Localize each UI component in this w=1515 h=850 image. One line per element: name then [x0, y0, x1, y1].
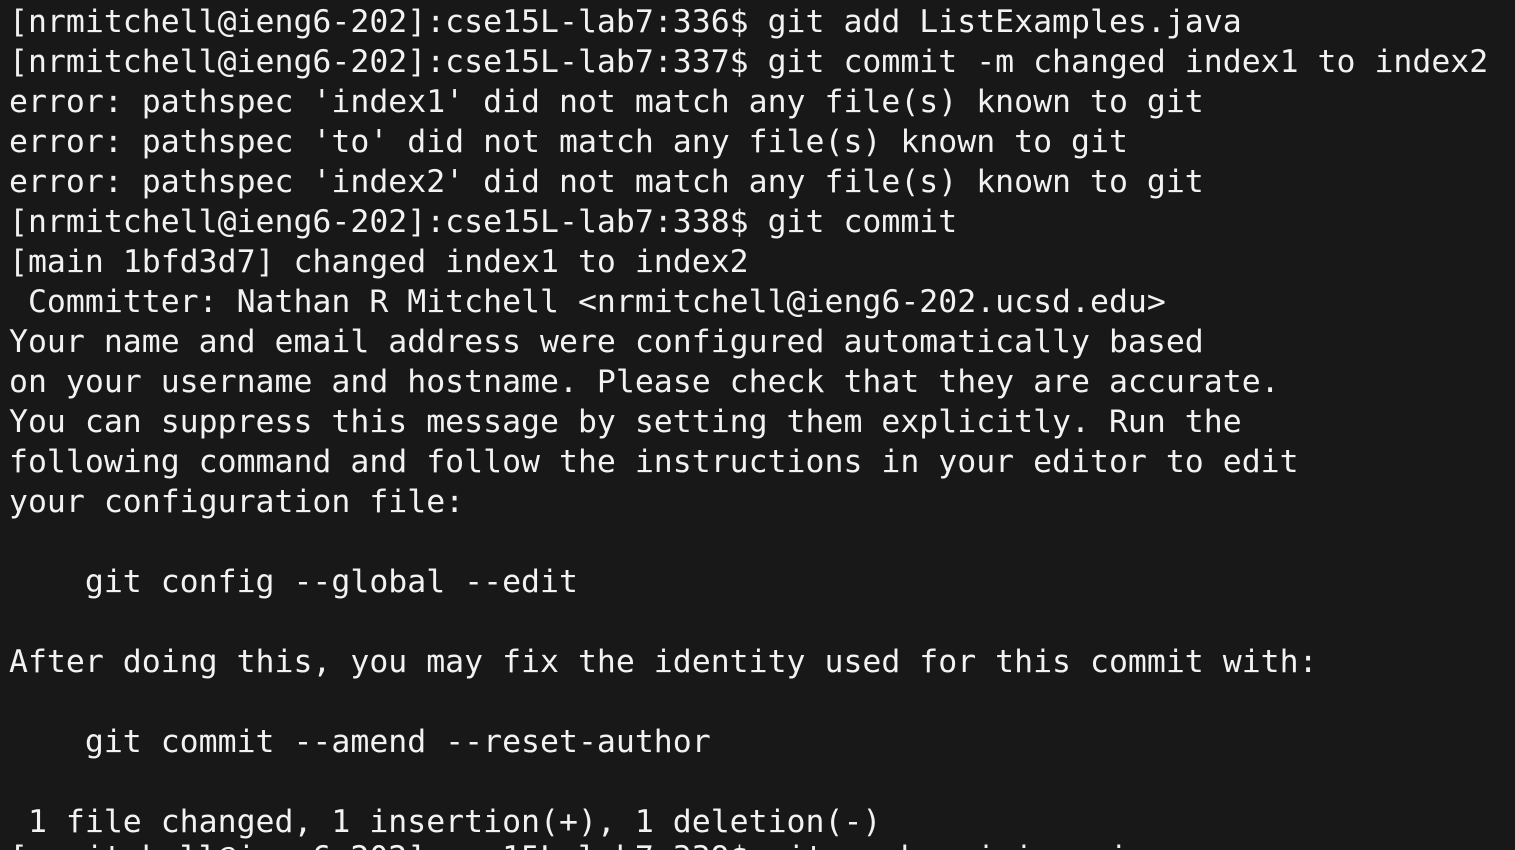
- terminal-line: git commit --amend --reset-author: [9, 724, 711, 760]
- terminal-line: git config --global --edit: [9, 564, 578, 600]
- terminal-line: 1 file changed, 1 insertion(+), 1 deleti…: [9, 804, 882, 840]
- terminal-line: Committer: Nathan R Mitchell <nrmitchell…: [9, 284, 1166, 320]
- terminal-window[interactable]: [nrmitchell@ieng6-202]:cse15L-lab7:336$ …: [0, 0, 1515, 850]
- terminal-line: [nrmitchell@ieng6-202]:cse15L-lab7:339$ …: [9, 838, 1147, 850]
- terminal-line: error: pathspec 'to' did not match any f…: [9, 124, 1128, 160]
- terminal-line: error: pathspec 'index2' did not match a…: [9, 164, 1204, 200]
- terminal-line: [nrmitchell@ieng6-202]:cse15L-lab7:336$ …: [9, 4, 1242, 40]
- terminal-line: error: pathspec 'index1' did not match a…: [9, 84, 1204, 120]
- terminal-line: [nrmitchell@ieng6-202]:cse15L-lab7:337$ …: [9, 44, 1489, 80]
- terminal-line: After doing this, you may fix the identi…: [9, 644, 1318, 680]
- terminal-line: following command and follow the instruc…: [9, 444, 1299, 480]
- terminal-line: your configuration file:: [9, 484, 465, 520]
- terminal-line: Your name and email address were configu…: [9, 324, 1204, 360]
- terminal-line: [nrmitchell@ieng6-202]:cse15L-lab7:338$ …: [9, 204, 958, 240]
- terminal-line: on your username and hostname. Please ch…: [9, 364, 1280, 400]
- terminal-line: You can suppress this message by setting…: [9, 404, 1242, 440]
- terminal-line: [main 1bfd3d7] changed index1 to index2: [9, 244, 749, 280]
